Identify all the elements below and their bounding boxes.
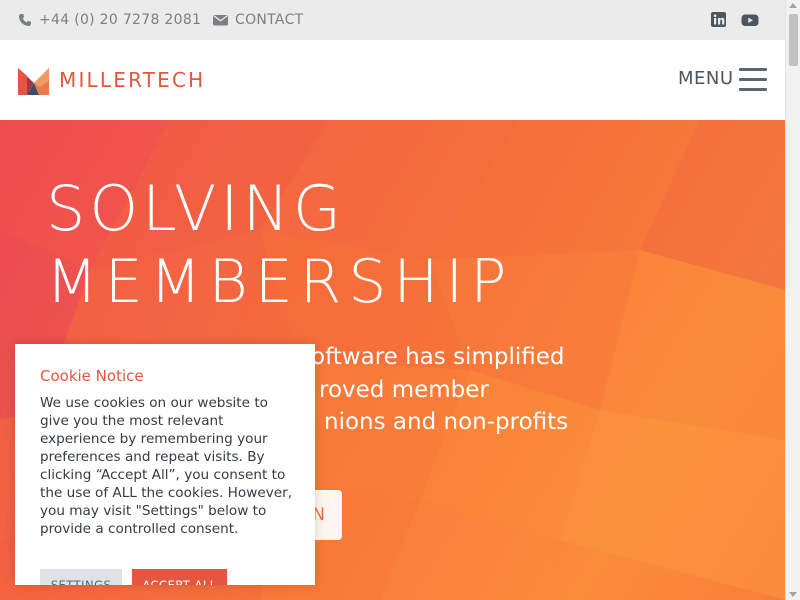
top-bar: +44 (0) 20 7278 2081 CONTACT [0,0,785,40]
cookie-notice-body: We use cookies on our website to give yo… [40,395,293,537]
contact-label: CONTACT [235,12,304,28]
linkedin-icon[interactable] [710,11,728,29]
scroll-up-arrow-icon[interactable] [789,3,797,8]
cookie-accept-all-button[interactable]: ACCEPT ALL [132,569,227,585]
page-scrollbar[interactable] [785,0,800,600]
hero-heading-line-1: SOLVING [46,172,346,245]
youtube-icon[interactable] [741,11,759,29]
menu-label[interactable]: MENU [678,68,734,89]
cookie-notice: Cookie Notice We use cookies on our webs… [15,344,315,585]
scroll-down-arrow-icon[interactable] [789,592,797,597]
phone-icon [19,14,31,26]
phone-number: +44 (0) 20 7278 2081 [39,12,202,28]
hamburger-icon[interactable] [739,68,767,92]
cookie-settings-button[interactable]: SETTINGS [40,569,122,585]
logo-wordmark[interactable]: MILLERTECH [59,65,205,95]
hero-heading-line-2: MEMBERSHIP [46,247,514,317]
millertech-logo-icon[interactable] [18,65,49,95]
scroll-thumb[interactable] [789,14,798,66]
contact-link[interactable]: CONTACT [213,0,304,40]
site-header: MILLERTECH MENU [0,40,785,120]
phone-link[interactable]: +44 (0) 20 7278 2081 [18,0,201,40]
envelope-icon [213,15,228,26]
cookie-notice-title: Cookie Notice [40,367,144,385]
